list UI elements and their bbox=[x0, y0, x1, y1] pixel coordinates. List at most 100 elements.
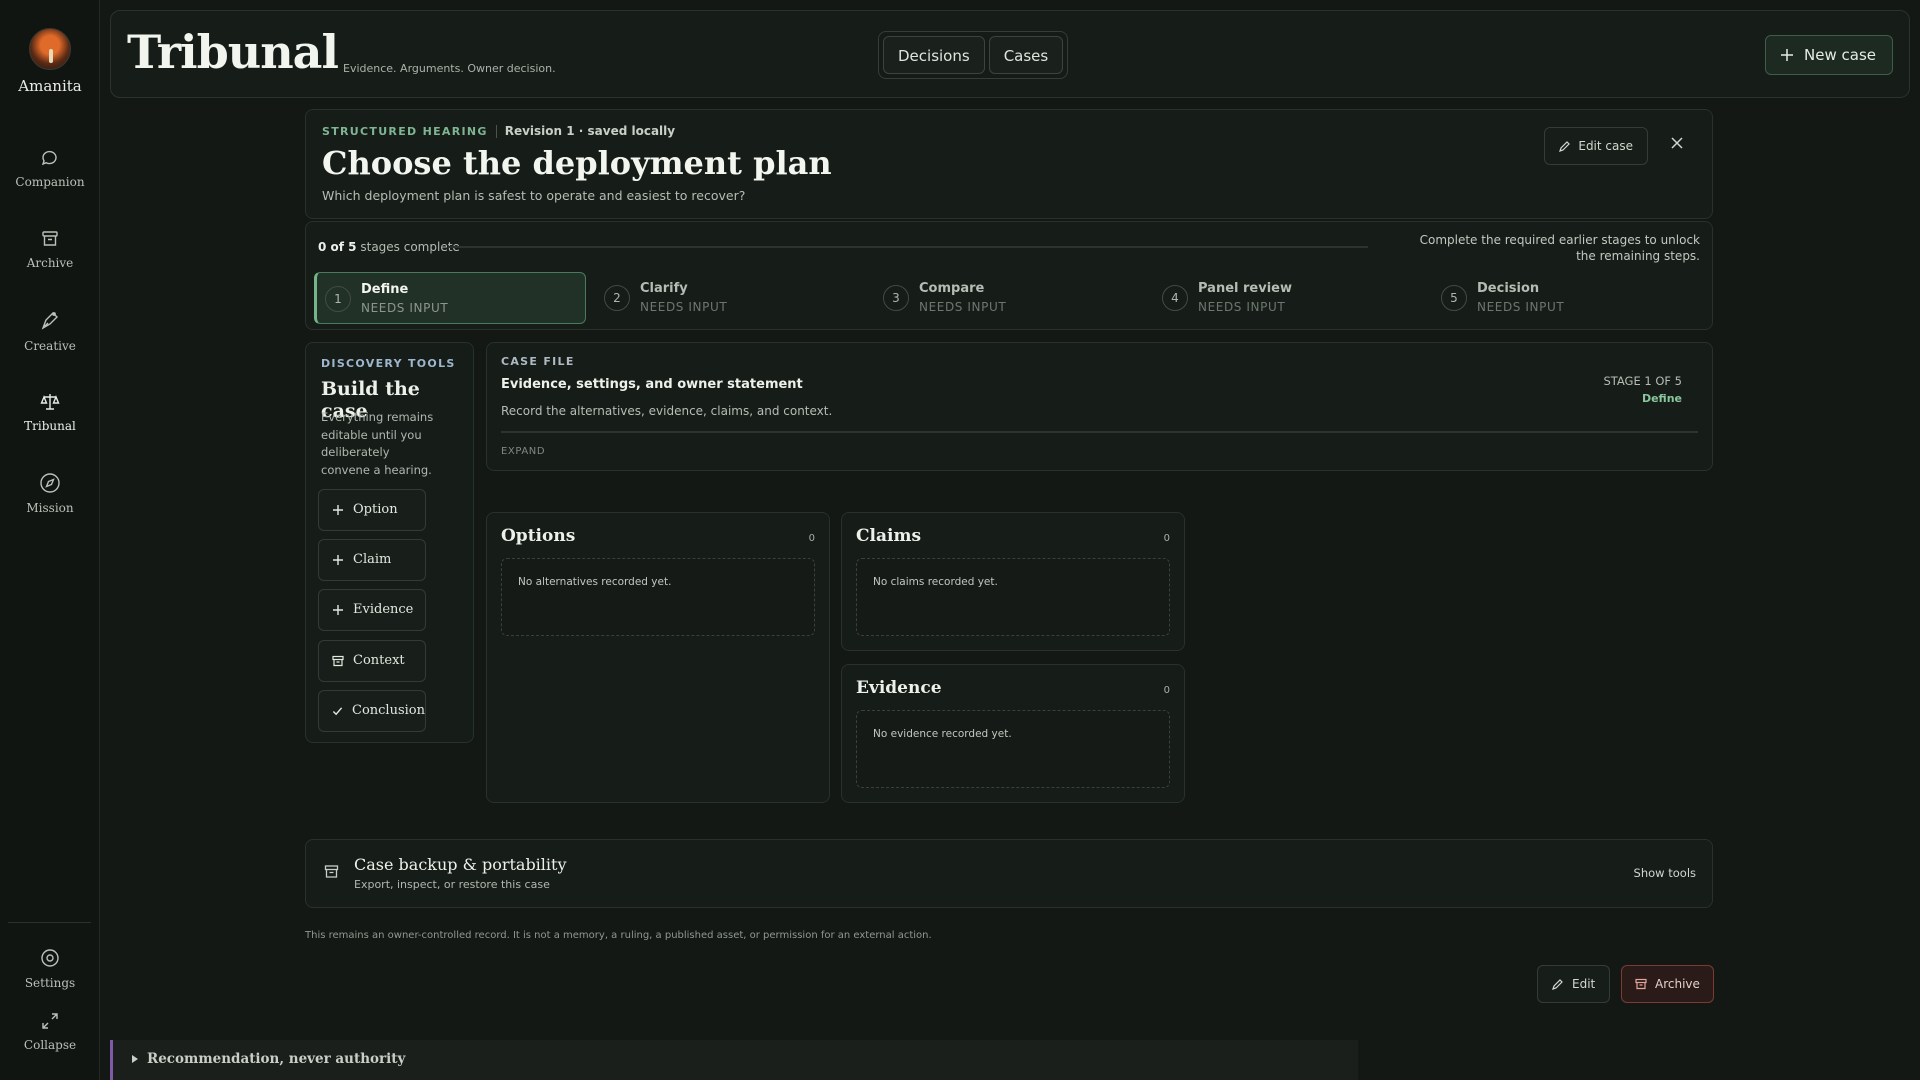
sidebar-item-label: Creative bbox=[24, 339, 76, 353]
evidence-title: Evidence bbox=[856, 678, 942, 698]
archive-box-icon bbox=[42, 231, 58, 246]
stage-name: Define bbox=[361, 282, 409, 297]
recommendation-disclosure[interactable]: Recommendation, never authority bbox=[110, 1040, 1358, 1080]
hearing-title: Choose the deployment plan bbox=[322, 144, 832, 182]
divider bbox=[495, 124, 497, 138]
show-tools-button[interactable]: Show tools bbox=[1634, 866, 1696, 880]
sidebar-item-label: Archive bbox=[26, 256, 74, 270]
edit-case-label: Edit case bbox=[1578, 139, 1633, 153]
case-file-eyebrow: CASE FILE bbox=[501, 355, 575, 368]
claims-empty-state: No claims recorded yet. bbox=[856, 558, 1170, 636]
evidence-count: 0 bbox=[1163, 685, 1170, 696]
stage-number: 1 bbox=[325, 286, 351, 312]
tab-decisions[interactable]: Decisions bbox=[883, 36, 985, 74]
sidebar-item-companion[interactable]: Companion bbox=[0, 148, 100, 189]
tab-cases[interactable]: Cases bbox=[988, 36, 1064, 74]
stage-compare[interactable]: 3 Compare NEEDS INPUT bbox=[875, 272, 1147, 324]
stage-status: NEEDS INPUT bbox=[640, 300, 728, 314]
triangle-right-icon bbox=[132, 1055, 138, 1063]
stage-name: Compare bbox=[919, 281, 985, 296]
sidebar-collapse[interactable]: Collapse bbox=[0, 1011, 100, 1052]
archive-label: Archive bbox=[1655, 977, 1700, 991]
plus-icon bbox=[1781, 49, 1794, 61]
sidebar-item-label: Companion bbox=[15, 175, 85, 189]
backup-title: Case backup & portability bbox=[354, 855, 567, 874]
collapse-arrows-icon bbox=[42, 1013, 58, 1029]
tool-label: Context bbox=[353, 653, 405, 668]
sidebar-item-creative[interactable]: Creative bbox=[0, 310, 100, 353]
recommendation-label: Recommendation, never authority bbox=[147, 1051, 406, 1067]
add-option-button[interactable]: Option bbox=[318, 489, 426, 531]
revision-status: Revision 1 · saved locally bbox=[504, 124, 676, 138]
progress-bar bbox=[448, 246, 1368, 248]
discovery-tools: DISCOVERY TOOLS Build the case Everythin… bbox=[305, 342, 474, 743]
add-context-button[interactable]: Context bbox=[318, 640, 426, 682]
case-file-stage: STAGE 1 OF 5 Define bbox=[1603, 374, 1682, 405]
sidebar-item-archive[interactable]: Archive bbox=[0, 229, 100, 270]
backup-description: Export, inspect, or restore this case bbox=[354, 878, 550, 891]
stage-name: Define bbox=[1641, 392, 1682, 405]
stage-name: Panel review bbox=[1198, 281, 1292, 296]
compass-icon bbox=[40, 473, 60, 493]
progress-hint: Complete the required earlier stages to … bbox=[1419, 233, 1700, 263]
plus-icon bbox=[333, 555, 343, 565]
options-panel: Options 0 No alternatives recorded yet. bbox=[486, 512, 830, 803]
stage-status: NEEDS INPUT bbox=[1198, 300, 1286, 314]
claims-title: Claims bbox=[856, 526, 922, 546]
close-icon[interactable] bbox=[1670, 136, 1684, 150]
stage-name: Clarify bbox=[640, 281, 688, 296]
stage-status: NEEDS INPUT bbox=[919, 300, 1007, 314]
plus-icon bbox=[333, 505, 343, 515]
stage-clarify[interactable]: 2 Clarify NEEDS INPUT bbox=[596, 272, 868, 324]
add-claim-button[interactable]: Claim bbox=[318, 539, 426, 581]
gear-icon bbox=[41, 949, 59, 967]
stage-number: 2 bbox=[604, 285, 630, 311]
stage-number: 5 bbox=[1441, 285, 1467, 311]
stage-number: 4 bbox=[1162, 285, 1188, 311]
scales-icon bbox=[40, 394, 60, 410]
options-title: Options bbox=[501, 526, 576, 546]
app-tagline: Evidence. Arguments. Owner decision. bbox=[343, 62, 556, 75]
check-icon bbox=[332, 707, 343, 716]
new-case-button[interactable]: New case bbox=[1765, 35, 1893, 75]
app-title: Tribunal bbox=[127, 25, 339, 79]
discovery-description: Everything remains editable until you de… bbox=[321, 410, 434, 477]
archive-box-icon bbox=[324, 865, 339, 878]
case-file: CASE FILE Evidence, settings, and owner … bbox=[486, 342, 1713, 471]
stage-status: NEEDS INPUT bbox=[1477, 300, 1565, 314]
evidence-panel: Evidence 0 No evidence recorded yet. bbox=[841, 664, 1185, 803]
pencil-icon bbox=[1559, 141, 1571, 152]
sidebar-item-tribunal[interactable]: Tribunal bbox=[0, 392, 100, 433]
archive-button[interactable]: Archive bbox=[1621, 965, 1714, 1003]
add-conclusion-button[interactable]: Conclusion bbox=[318, 690, 426, 732]
recommendation-summary: Recommendation, never authority bbox=[131, 1051, 405, 1067]
stage-number: 3 bbox=[883, 285, 909, 311]
sidebar: Amanita Companion Archive Creative Tribu… bbox=[0, 0, 100, 1080]
disclaimer: This remains an owner-controlled record.… bbox=[305, 930, 932, 941]
add-evidence-button[interactable]: Evidence bbox=[318, 589, 426, 631]
brand[interactable]: Amanita bbox=[0, 28, 100, 95]
edit-button[interactable]: Edit bbox=[1537, 965, 1611, 1003]
chat-bubble-icon bbox=[41, 150, 57, 166]
pen-nib-icon bbox=[41, 312, 58, 330]
sidebar-item-label: Mission bbox=[26, 501, 74, 515]
discovery-eyebrow: DISCOVERY TOOLS bbox=[321, 357, 456, 370]
case-file-title: Evidence, settings, and owner statement bbox=[501, 377, 803, 392]
claims-panel: Claims 0 No claims recorded yet. bbox=[841, 512, 1185, 651]
options-count: 0 bbox=[808, 533, 815, 544]
hearing-card: STRUCTURED HEARING Revision 1 · saved lo… bbox=[305, 109, 1713, 219]
sidebar-item-settings[interactable]: Settings bbox=[0, 947, 100, 990]
case-backup-panel: Case backup & portability Export, inspec… bbox=[305, 839, 1713, 908]
progress-count-label: stages complete bbox=[360, 240, 460, 254]
sidebar-item-label: Collapse bbox=[23, 1038, 77, 1052]
pencil-icon bbox=[1552, 979, 1563, 990]
stage-decision[interactable]: 5 Decision NEEDS INPUT bbox=[1433, 272, 1705, 324]
stage-define[interactable]: 1 Define NEEDS INPUT bbox=[314, 272, 586, 324]
sidebar-item-mission[interactable]: Mission bbox=[0, 472, 100, 515]
tool-label: Evidence bbox=[353, 602, 414, 617]
hearing-question: Which deployment plan is safest to opera… bbox=[322, 188, 746, 203]
expand-toggle[interactable]: EXPAND bbox=[501, 446, 545, 457]
edit-case-button[interactable]: Edit case bbox=[1544, 127, 1648, 165]
stage-panel-review[interactable]: 4 Panel review NEEDS INPUT bbox=[1154, 272, 1426, 324]
progress-count: 0 of 5 stages complete bbox=[318, 240, 460, 254]
